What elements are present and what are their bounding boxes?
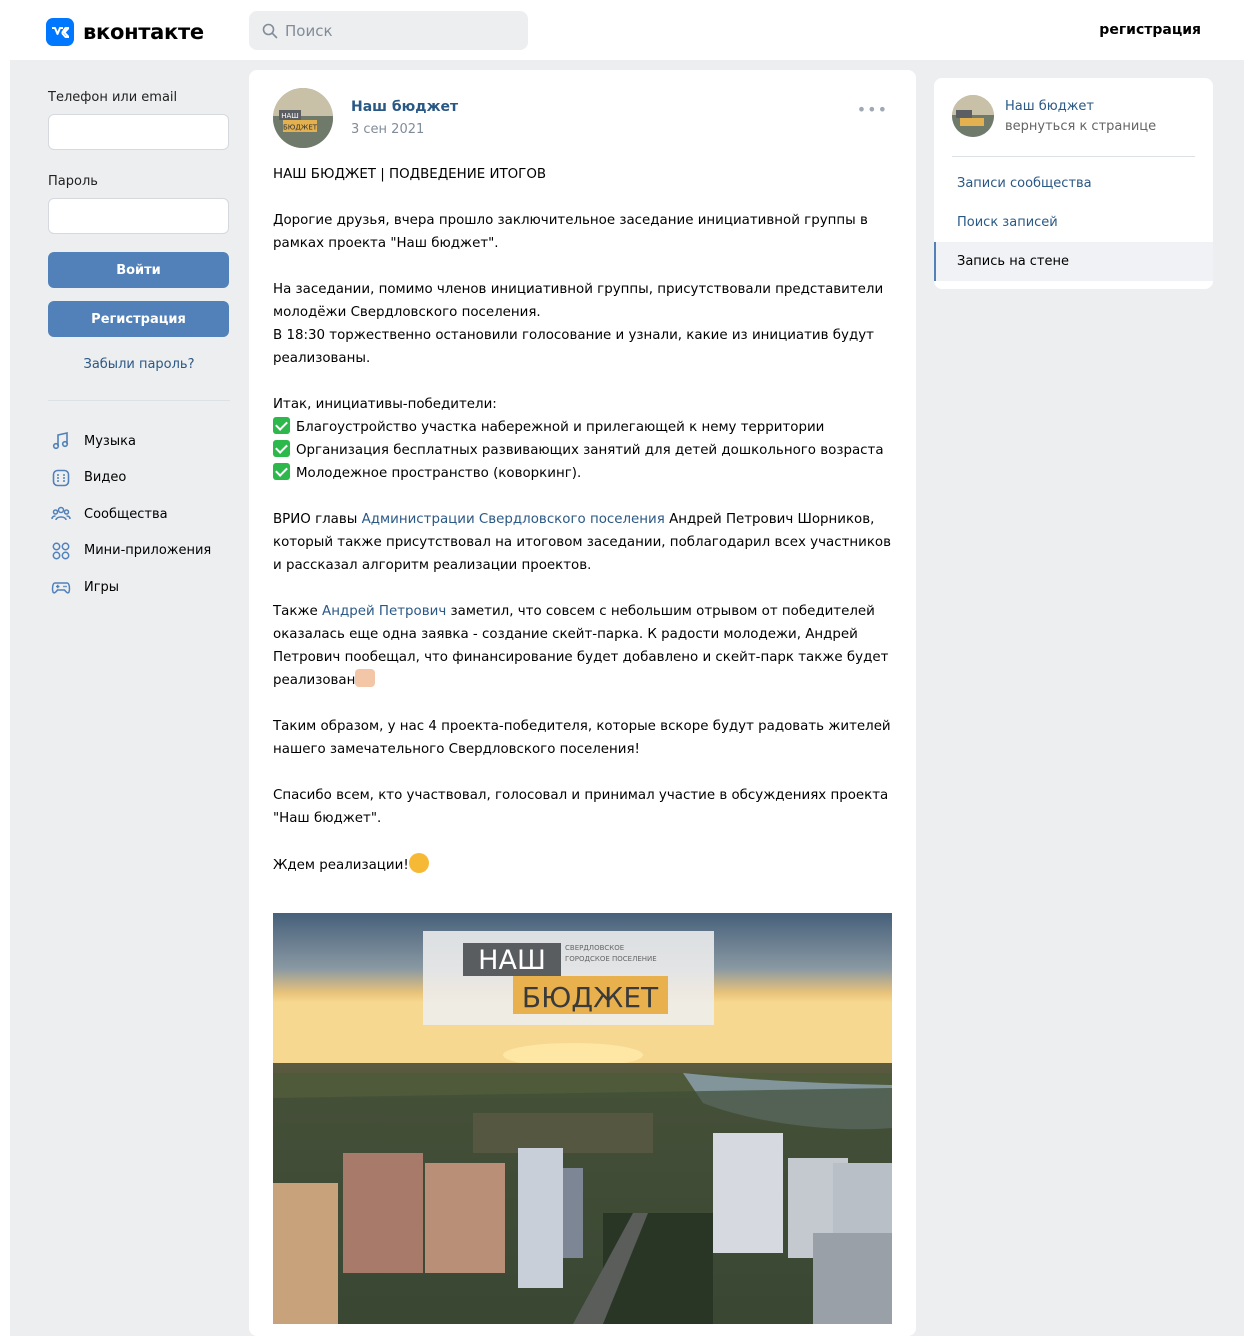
photo-logo-sub1: СВЕРДЛОВСКОЕ <box>565 944 624 952</box>
left-column: Телефон или email Пароль Войти Регистрац… <box>48 90 230 606</box>
post-text: НАШ БЮДЖЕТ | ПОДВЕДЕНИЕ ИТОГОВ Дорогие д… <box>273 163 893 877</box>
post-title: НАШ БЮДЖЕТ | ПОДВЕДЕНИЕ ИТОГОВ <box>273 167 547 182</box>
register-button[interactable]: Регистрация <box>48 301 229 337</box>
post-author-avatar[interactable]: НАШ БЮДЖЕТ <box>273 88 333 148</box>
post-date[interactable]: 3 сен 2021 <box>351 122 424 137</box>
administration-link[interactable]: Администрации Свердловского поселения <box>362 512 665 527</box>
post-paragraph-4-before: ВРИО главы <box>273 512 362 527</box>
back-to-page-link[interactable]: вернуться к странице <box>1005 119 1156 134</box>
communities-icon <box>51 507 71 521</box>
nav-label-games: Игры <box>84 579 120 595</box>
post-paragraph-1: Дорогие друзья, вчера прошло заключитель… <box>273 213 873 251</box>
post-paragraph-8: Ждем реализации! <box>273 858 409 873</box>
header-register-link[interactable]: регистрация <box>1099 22 1201 38</box>
wink-emoji-icon <box>408 853 429 873</box>
sidebar-item-community-posts[interactable]: Записи сообщества <box>934 164 1213 203</box>
games-icon <box>51 582 71 594</box>
avatar-logo-bottom: БЮДЖЕТ <box>283 124 318 132</box>
post-paragraph-5-before: Также <box>273 604 323 619</box>
post-more-button[interactable]: ••• <box>857 100 888 119</box>
post-photo[interactable]: НАШ БЮДЖЕТ СВЕРДЛОВСКОЕ ГОРОДСКОЕ ПОСЕЛЕ… <box>273 913 892 1324</box>
winner-item-2: Организация бесплатных развивающих занят… <box>296 443 884 458</box>
post-paragraph-6: Таким образом, у нас 4 проекта-победител… <box>273 719 895 757</box>
search-input[interactable] <box>285 21 515 40</box>
sidebar-divider <box>952 156 1195 157</box>
post-paragraph-7: Спасибо всем, кто участвовал, голосовал … <box>273 788 893 826</box>
left-divider <box>48 400 230 401</box>
sidebar-item-search-posts[interactable]: Поиск записей <box>934 203 1213 242</box>
right-sidebar: Наш бюджет вернуться к странице Записи с… <box>934 78 1213 289</box>
nav-label-mini-apps: Мини-приложения <box>84 543 212 559</box>
thumbs-up-emoji-icon <box>355 669 376 687</box>
music-icon <box>52 432 69 450</box>
check-icon <box>273 440 290 457</box>
wall-post: НАШ БЮДЖЕТ Наш бюджет 3 сен 2021 ••• НАШ… <box>249 70 916 1336</box>
forgot-password-link[interactable]: Забыли пароль? <box>48 357 230 372</box>
photo-logo-sub2: ГОРОДСКОЕ ПОСЕЛЕНИЕ <box>565 955 657 963</box>
sidebar-item-wall-post[interactable]: Запись на стене <box>934 242 1213 281</box>
mini-apps-icon <box>52 542 70 560</box>
nav-item-mini-apps[interactable]: Мини-приложения <box>48 533 230 570</box>
post-author-name[interactable]: Наш бюджет <box>351 99 458 115</box>
top-header: вконтакте регистрация <box>0 0 1244 60</box>
photo-logo-bottom: БЮДЖЕТ <box>522 981 659 1014</box>
video-icon <box>52 469 70 487</box>
nav-label-music: Музыка <box>84 433 136 449</box>
nav-item-music[interactable]: Музыка <box>48 423 230 460</box>
search-box[interactable] <box>249 11 528 50</box>
group-avatar[interactable] <box>952 95 994 137</box>
phone-field[interactable] <box>48 114 229 150</box>
winner-item-1: Благоустройство участка набережной и при… <box>296 420 825 435</box>
vk-logo[interactable]: вконтакте <box>46 18 204 46</box>
password-field[interactable] <box>48 198 229 234</box>
password-label: Пароль <box>48 174 98 189</box>
login-button[interactable]: Войти <box>48 252 229 288</box>
photo-logo-top: НАШ <box>478 945 546 976</box>
winners-intro: Итак, инициативы-победители: <box>273 397 497 412</box>
logo-text: вконтакте <box>83 20 204 44</box>
nav-item-games[interactable]: Игры <box>48 569 230 606</box>
vk-logo-icon <box>46 18 74 46</box>
check-icon <box>273 463 290 480</box>
group-name-link[interactable]: Наш бюджет <box>1005 99 1094 114</box>
search-icon <box>262 23 278 38</box>
check-icon <box>273 417 290 434</box>
nav-label-communities: Сообщества <box>84 506 168 522</box>
post-paragraph-2b: В 18:30 торжественно остановили голосова… <box>273 328 879 366</box>
phone-label: Телефон или email <box>48 90 178 105</box>
nav-item-video[interactable]: Видео <box>48 460 230 497</box>
post-paragraph-2a: На заседании, помимо членов инициативной… <box>273 282 888 320</box>
nav-label-video: Видео <box>84 470 127 486</box>
avatar-logo-top: НАШ <box>281 112 299 120</box>
nav-item-communities[interactable]: Сообщества <box>48 496 230 533</box>
person-link[interactable]: Андрей Петрович <box>322 604 446 619</box>
winner-item-3: Молодежное пространство (коворкинг). <box>296 466 582 481</box>
